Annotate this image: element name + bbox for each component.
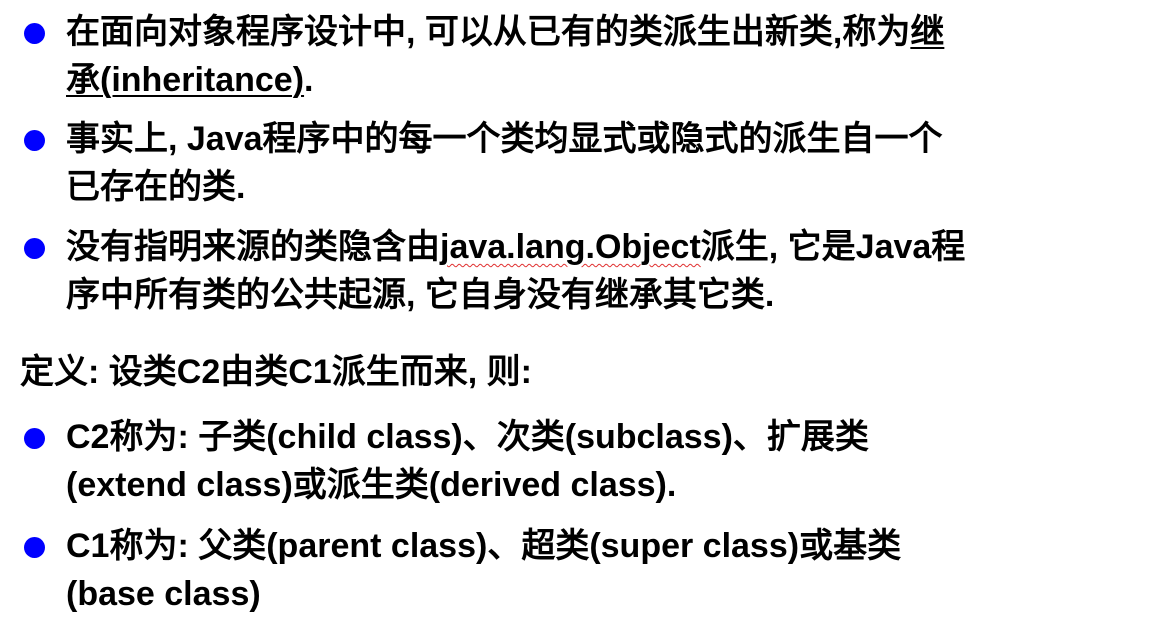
- definition-heading: 定义: 设类C2由类C1派生而来, 则:: [20, 353, 532, 391]
- bullet-line: C1称为: 父类(parent class)、超类(super class)或基…: [66, 527, 902, 565]
- text: 没有指明来源的类隐含由: [66, 228, 440, 266]
- bullet-object-root: 没有指明来源的类隐含由java.lang.Object派生, 它是Java程 序…: [66, 223, 1161, 319]
- term-inheritance-part1: 继: [910, 13, 945, 51]
- bullet-line: 承(inheritance).: [66, 56, 1161, 104]
- slide: 在面向对象程序设计中, 可以从已有的类派生出新类,称为继 承(inheritan…: [0, 0, 1171, 617]
- bullet-dot: [24, 23, 45, 44]
- bullet-dot: [24, 537, 45, 558]
- bullet-inheritance-definition: 在面向对象程序设计中, 可以从已有的类派生出新类,称为继 承(inheritan…: [66, 8, 1161, 104]
- bullet-line: (extend class)或派生类(derived class).: [66, 466, 677, 504]
- text: .: [304, 61, 314, 99]
- bullet-dot: [24, 238, 45, 259]
- bullet-line: 已存在的类.: [66, 168, 246, 206]
- bullet-line: 在面向对象程序设计中, 可以从已有的类派生出新类,称为继: [66, 8, 1161, 56]
- text: 派生, 它是Java程: [700, 228, 966, 266]
- bullet-line: 序中所有类的公共起源, 它自身没有继承其它类.: [66, 276, 775, 314]
- bullet-line: 事实上, Java程序中的每一个类均显式或隐式的派生自一个: [66, 120, 943, 158]
- text: 在面向对象程序设计中, 可以从已有的类派生出新类,称为: [66, 13, 911, 51]
- code-java-lang-object: java.lang.Object: [440, 228, 701, 266]
- bullet-c1-superclass: C1称为: 父类(parent class)、超类(super class)或基…: [66, 522, 1161, 618]
- bullet-java-classes: 事实上, Java程序中的每一个类均显式或隐式的派生自一个 已存在的类.: [66, 115, 1161, 211]
- bullet-c2-subclass: C2称为: 子类(child class)、次类(subclass)、扩展类 (…: [66, 413, 1161, 509]
- bullet-line: 没有指明来源的类隐含由java.lang.Object派生, 它是Java程: [66, 223, 1161, 271]
- bullet-dot: [24, 130, 45, 151]
- bullet-dot: [24, 428, 45, 449]
- term-inheritance-part2: 承(inheritance): [66, 61, 305, 99]
- bullet-line: (base class): [66, 575, 261, 613]
- bullet-line: C2称为: 子类(child class)、次类(subclass)、扩展类: [66, 418, 869, 456]
